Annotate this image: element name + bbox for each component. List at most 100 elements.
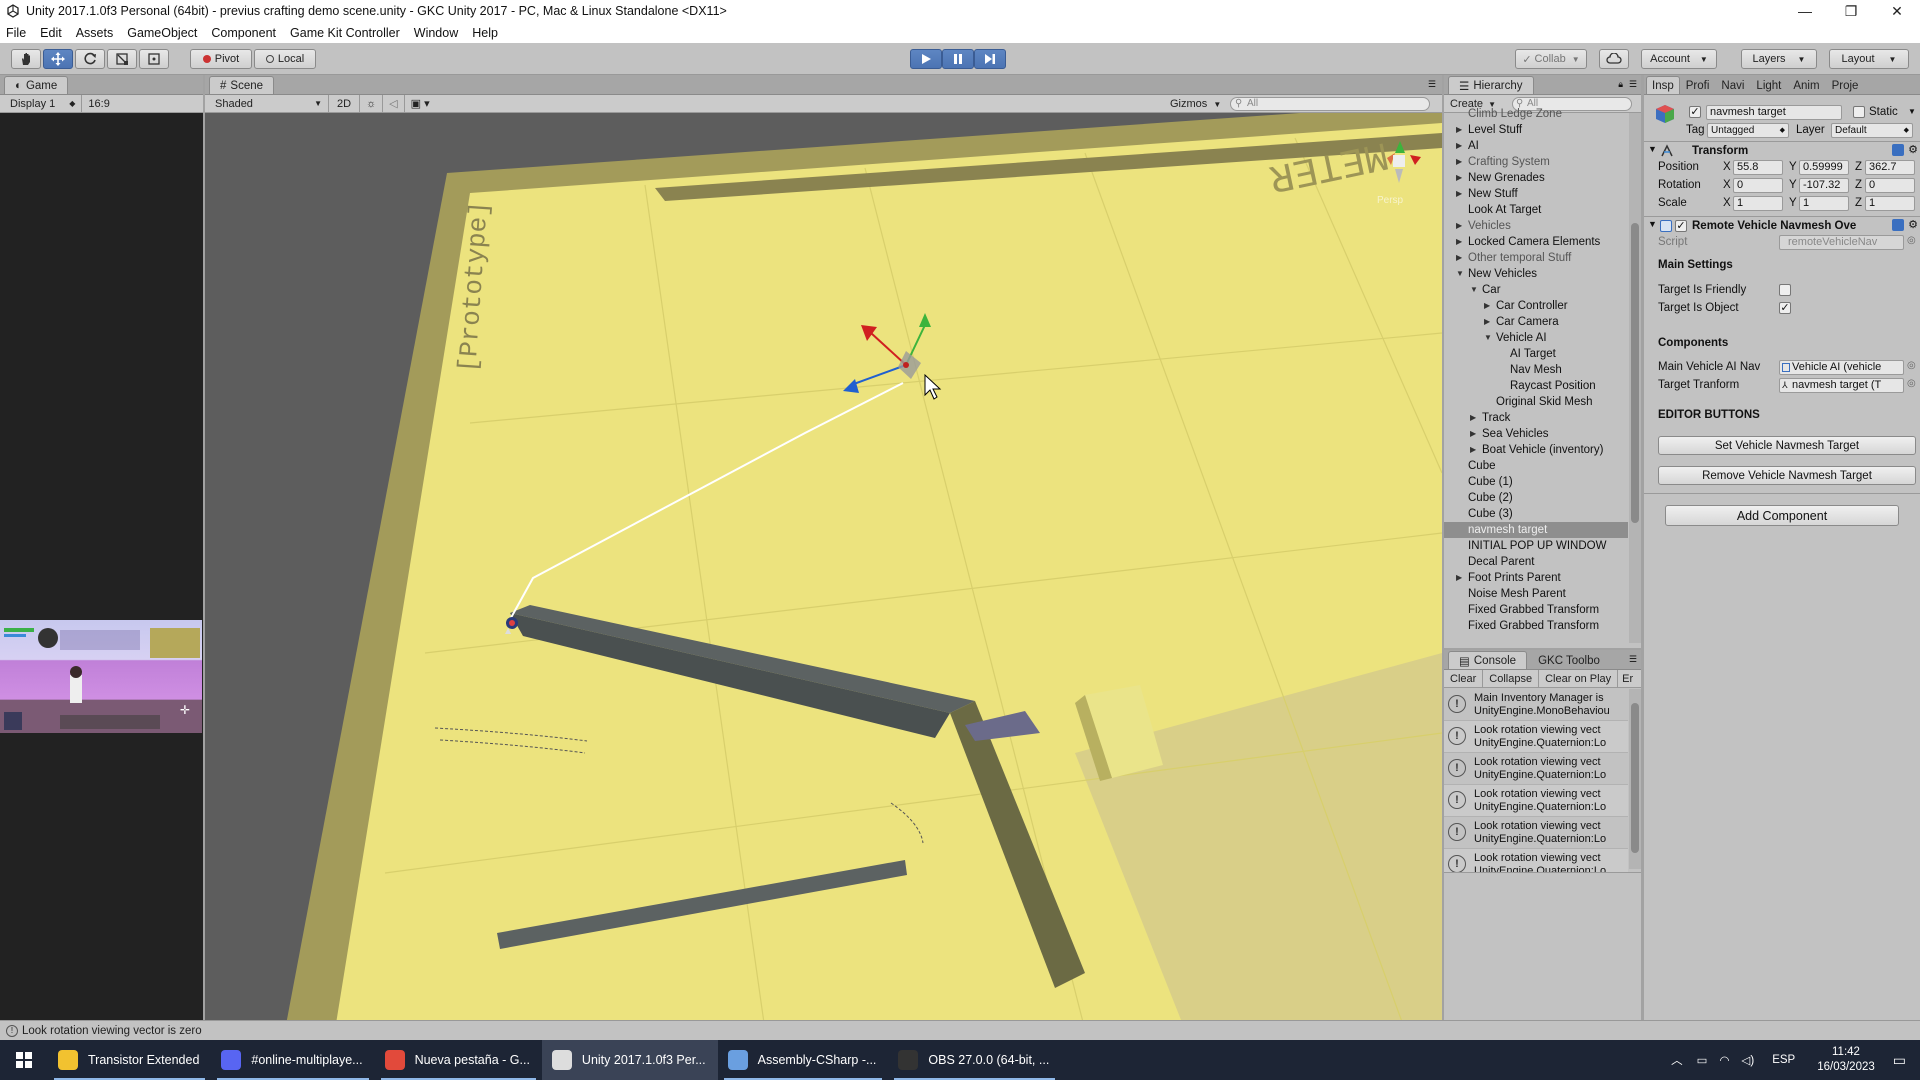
object-name-field[interactable]: navmesh target xyxy=(1706,105,1842,120)
add-component-button[interactable]: Add Component xyxy=(1665,505,1899,526)
layers-dropdown[interactable]: Layers ▼ xyxy=(1741,49,1817,69)
hierarchy-scrollbar[interactable] xyxy=(1629,113,1641,643)
hierarchy-item[interactable]: Cube (1) xyxy=(1444,474,1628,490)
cloud-button[interactable] xyxy=(1599,49,1629,69)
game-view[interactable]: ✛ xyxy=(0,113,203,1030)
scale-x-field[interactable]: 1 xyxy=(1733,196,1783,211)
position-z-field[interactable]: 362.7 xyxy=(1865,160,1915,175)
menu-edit[interactable]: Edit xyxy=(40,26,70,40)
taskbar-app[interactable]: OBS 27.0.0 (64-bit, ... xyxy=(888,1040,1061,1080)
hierarchy-item[interactable]: ▶ Boat Vehicle (inventory) xyxy=(1444,442,1628,458)
panel-menu-icon[interactable]: ☰ xyxy=(1629,79,1637,90)
rect-tool-button[interactable] xyxy=(139,49,169,69)
menu-help[interactable]: Help xyxy=(472,26,506,40)
layer-dropdown[interactable]: Default ◆ xyxy=(1831,123,1913,138)
hierarchy-item[interactable]: ▶ Locked Camera Elements xyxy=(1444,234,1628,250)
layout-dropdown[interactable]: Layout ▼ xyxy=(1829,49,1909,69)
hierarchy-item[interactable]: Cube (3) xyxy=(1444,506,1628,522)
hierarchy-item[interactable]: ▼ New Vehicles xyxy=(1444,266,1628,282)
pause-button[interactable] xyxy=(942,49,974,69)
target-tf-field[interactable]: ⅄ navmesh target (T xyxy=(1779,378,1904,393)
console-log-row[interactable]: ! Look rotation viewing vect UnityEngine.Q… xyxy=(1444,785,1628,817)
tab-scene[interactable]: # Scene xyxy=(209,76,275,94)
minimize-button[interactable]: — xyxy=(1782,0,1828,22)
hierarchy-item[interactable]: navmesh target xyxy=(1444,522,1628,538)
object-picker-icon[interactable]: ◎ xyxy=(1907,378,1916,389)
gear-icon[interactable]: ⚙ xyxy=(1908,218,1918,231)
hand-tool-button[interactable] xyxy=(11,49,41,69)
remove-navmesh-target-button[interactable]: Remove Vehicle Navmesh Target xyxy=(1658,466,1916,485)
foldout-collapsed-icon[interactable]: ▶ xyxy=(1456,170,1462,186)
hierarchy-item[interactable]: ▶ Sea Vehicles xyxy=(1444,426,1628,442)
2d-toggle[interactable]: 2D xyxy=(329,94,361,113)
hierarchy-item[interactable]: ▼ Vehicle AI xyxy=(1444,330,1628,346)
gear-icon[interactable]: ⚙ xyxy=(1908,143,1918,156)
scrollbar-thumb[interactable] xyxy=(1631,703,1639,853)
notification-icon[interactable]: ▭ xyxy=(1893,1052,1906,1069)
effects-dropdown-icon[interactable]: ▣ ▾ xyxy=(405,95,436,113)
hierarchy-item[interactable]: ▶ Car Controller xyxy=(1444,298,1628,314)
taskbar-app[interactable]: Transistor Extended xyxy=(48,1040,211,1080)
hierarchy-item[interactable]: ▶ Track xyxy=(1444,410,1628,426)
tab-navigation[interactable]: Navi xyxy=(1715,76,1750,94)
help-icon[interactable] xyxy=(1892,144,1904,156)
menu-assets[interactable]: Assets xyxy=(76,26,122,40)
foldout-collapsed-icon[interactable]: ▶ xyxy=(1456,234,1462,250)
play-button[interactable] xyxy=(910,49,942,69)
foldout-collapsed-icon[interactable]: ▶ xyxy=(1456,186,1462,202)
scale-z-field[interactable]: 1 xyxy=(1865,196,1915,211)
display-dropdown[interactable]: Display 1 ◆ xyxy=(0,94,83,113)
tab-gkc-toolbox[interactable]: GKC Toolbo xyxy=(1527,651,1611,669)
foldout-collapsed-icon[interactable]: ▶ xyxy=(1470,426,1476,442)
volume-icon[interactable]: ◁) xyxy=(1742,1053,1755,1067)
position-y-field[interactable]: 0.59999 xyxy=(1799,160,1849,175)
taskbar-app[interactable]: Unity 2017.1.0f3 Per... xyxy=(541,1040,718,1080)
transform-header[interactable]: ▼ Transform ⚙ xyxy=(1644,141,1920,159)
scene-viewport[interactable]: [Prototype] METER ▲ Persp xyxy=(205,113,1442,1030)
help-icon[interactable] xyxy=(1892,219,1904,231)
rotation-x-field[interactable]: 0 xyxy=(1733,178,1783,193)
hierarchy-item[interactable]: Fixed Grabbed Transform xyxy=(1444,618,1628,634)
hierarchy-item[interactable]: Raycast Position xyxy=(1444,378,1628,394)
tab-game[interactable]: ◐ Game xyxy=(4,76,69,94)
scrollbar-thumb[interactable] xyxy=(1631,223,1639,523)
console-collapse-button[interactable]: Collapse xyxy=(1483,669,1540,688)
menu-gameobject[interactable]: GameObject xyxy=(127,26,205,40)
hierarchy-item[interactable]: ▶ New Grenades xyxy=(1444,170,1628,186)
hierarchy-item[interactable]: Cube xyxy=(1444,458,1628,474)
taskbar-app[interactable]: Assembly-CSharp -... xyxy=(718,1040,889,1080)
hierarchy-item[interactable]: ▶ New Stuff xyxy=(1444,186,1628,202)
gizmos-dropdown[interactable]: Gizmos ▼ xyxy=(1170,95,1221,113)
hierarchy-item[interactable]: ▶ Other temporal Stuff xyxy=(1444,250,1628,266)
hierarchy-item[interactable]: ▶ Vehicles xyxy=(1444,218,1628,234)
rotate-tool-button[interactable] xyxy=(75,49,105,69)
foldout-collapsed-icon[interactable]: ▶ xyxy=(1470,442,1476,458)
foldout-expanded-icon[interactable]: ▼ xyxy=(1470,282,1478,298)
position-x-field[interactable]: 55.8 xyxy=(1733,160,1783,175)
set-navmesh-target-button[interactable]: Set Vehicle Navmesh Target xyxy=(1658,436,1916,455)
move-tool-button[interactable] xyxy=(43,49,73,69)
tab-hierarchy[interactable]: ☰ Hierarchy xyxy=(1448,76,1534,94)
account-dropdown[interactable]: Account ▼ xyxy=(1641,49,1717,69)
hierarchy-item[interactable]: ▶ Level Stuff xyxy=(1444,122,1628,138)
battery-icon[interactable]: ▭ xyxy=(1697,1053,1708,1067)
status-bar[interactable]: ! Look rotation viewing vector is zero xyxy=(0,1020,1920,1040)
hierarchy-item[interactable]: Nav Mesh xyxy=(1444,362,1628,378)
foldout-collapsed-icon[interactable]: ▶ xyxy=(1456,138,1462,154)
object-picker-icon[interactable]: ◎ xyxy=(1907,360,1916,371)
console-log-row[interactable]: ! Look rotation viewing vect UnityEngine.Q… xyxy=(1444,753,1628,785)
static-checkbox[interactable] xyxy=(1853,106,1865,118)
foldout-collapsed-icon[interactable]: ▶ xyxy=(1456,218,1462,234)
chevron-down-icon[interactable]: ▼ xyxy=(1908,107,1916,116)
foldout-expanded-icon[interactable]: ▼ xyxy=(1484,330,1492,346)
hierarchy-item[interactable]: Noise Mesh Parent xyxy=(1444,586,1628,602)
console-error-pause-button[interactable]: Er xyxy=(1618,670,1637,688)
tab-lighting[interactable]: Light xyxy=(1750,76,1787,94)
foldout-collapsed-icon[interactable]: ▶ xyxy=(1484,298,1490,314)
console-log-row[interactable]: ! Main Inventory Manager is UnityEngine.Mo… xyxy=(1444,689,1628,721)
pivot-toggle[interactable]: Pivot xyxy=(190,49,252,69)
foldout-collapsed-icon[interactable]: ▶ xyxy=(1470,410,1476,426)
taskbar-app[interactable]: Nueva pestaña - G... xyxy=(375,1040,542,1080)
hierarchy-item[interactable]: AI Target xyxy=(1444,346,1628,362)
taskbar-app[interactable]: #online-multiplaye... xyxy=(211,1040,374,1080)
